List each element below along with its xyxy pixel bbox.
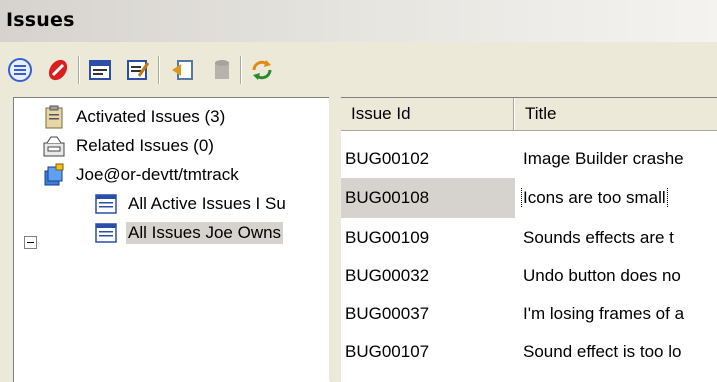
edit-icon[interactable] xyxy=(122,54,154,86)
tree-item-label: Activated Issues (3) xyxy=(76,107,226,126)
tree-item-active-issues-query[interactable]: All Active Issues I Su xyxy=(94,190,288,218)
collapse-toggle[interactable] xyxy=(24,236,37,249)
tree-item-label: Joe@or-devtt/tmtrack xyxy=(76,165,239,184)
list-view-icon[interactable] xyxy=(4,54,36,86)
title-cell: Image Builder crashe xyxy=(515,149,717,169)
toolbar xyxy=(0,48,717,92)
bug-icon[interactable] xyxy=(42,54,74,86)
column-header-title[interactable]: Title xyxy=(515,98,717,130)
disabled-database-icon xyxy=(206,54,238,86)
query-list-icon xyxy=(95,194,117,214)
toolbar-separator xyxy=(158,56,160,84)
table-row[interactable]: BUG00037 I'm losing frames of a xyxy=(341,294,717,334)
tree-item-label: Related Issues (0) xyxy=(76,136,214,155)
column-header-issue-id[interactable]: Issue Id xyxy=(341,98,514,130)
list-header: Issue Id Title xyxy=(341,98,717,131)
tree-item-joe-owns-query[interactable]: All Issues Joe Owns xyxy=(94,219,284,247)
clipboard-icon xyxy=(45,105,63,129)
query-icon[interactable] xyxy=(84,54,116,86)
inbox-icon xyxy=(43,136,65,157)
table-row[interactable]: BUG00102 Image Builder crashe xyxy=(341,139,717,179)
issue-list[interactable]: Issue Id Title BUG00102 Image Builder cr… xyxy=(341,97,717,382)
database-icon xyxy=(44,163,64,186)
title-text: Sounds effects are t xyxy=(523,228,674,247)
tree-item-database[interactable]: Joe@or-devtt/tmtrack xyxy=(42,161,241,189)
panel-title-bar: Issues xyxy=(0,0,717,42)
title-cell: Undo button does no xyxy=(515,266,717,286)
query-list-icon xyxy=(95,223,117,243)
issue-id-cell: BUG00109 xyxy=(345,228,430,247)
toolbar-separator xyxy=(240,56,242,84)
title-cell: Icons are too small xyxy=(515,188,717,208)
title-cell: Sounds effects are t xyxy=(515,228,717,248)
refresh-icon[interactable] xyxy=(246,54,278,86)
issue-id-cell: BUG00037 xyxy=(345,304,430,323)
title-cell: I'm losing frames of a xyxy=(515,304,717,324)
import-icon[interactable] xyxy=(166,54,198,86)
toolbar-separator xyxy=(78,56,80,84)
tree-item-label: All Active Issues I Su xyxy=(128,194,286,213)
tree-item-related-issues[interactable]: Related Issues (0) xyxy=(42,132,216,160)
pane-splitter[interactable] xyxy=(329,97,341,381)
title-text: Undo button does no xyxy=(523,266,681,285)
title-text: Sound effect is too lo xyxy=(523,342,682,361)
title-text: Icons are too small xyxy=(521,188,668,208)
table-row[interactable]: BUG00108 Icons are too small xyxy=(341,178,717,218)
issue-id-cell: BUG00032 xyxy=(345,266,430,285)
table-row[interactable]: BUG00032 Undo button does no xyxy=(341,256,717,296)
title-text: I'm losing frames of a xyxy=(523,304,685,323)
title-cell: Sound effect is too lo xyxy=(515,342,717,362)
issue-tree[interactable]: Activated Issues (3) Related Issues (0) … xyxy=(13,97,330,382)
table-row[interactable]: BUG00109 Sounds effects are t xyxy=(341,218,717,258)
issue-id-cell: BUG00102 xyxy=(345,149,430,168)
tree-item-label: All Issues Joe Owns xyxy=(126,222,284,244)
title-text: Image Builder crashe xyxy=(523,149,684,168)
issue-id-cell: BUG00108 xyxy=(341,178,515,218)
issue-id-cell: BUG00107 xyxy=(345,342,430,361)
panel-title: Issues xyxy=(6,9,75,31)
tree-item-activated-issues[interactable]: Activated Issues (3) xyxy=(42,103,227,131)
table-row[interactable]: BUG00107 Sound effect is too lo xyxy=(341,332,717,372)
